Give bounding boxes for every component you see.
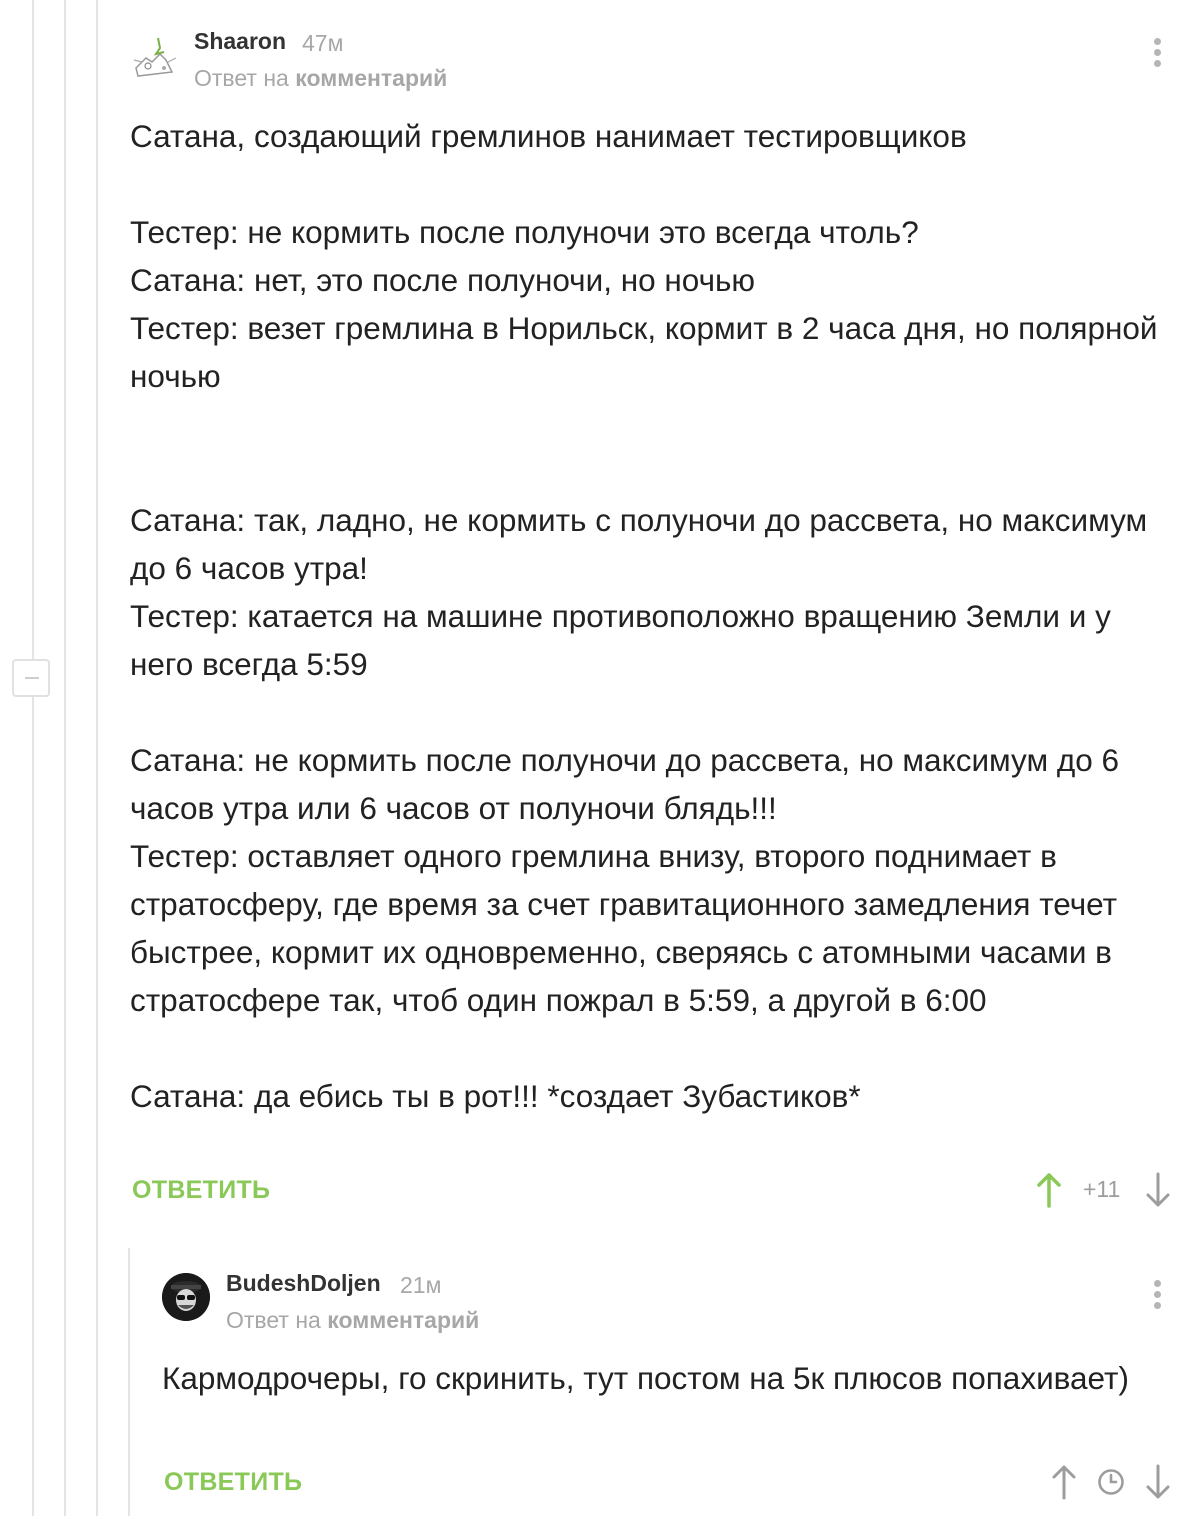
comment-paragraph: Сатана: не кормить после полуночи до рас… xyxy=(130,742,1120,826)
arrow-down-icon[interactable] xyxy=(1145,1464,1171,1500)
comment-paragraph: Тестер: везет гремлина в Норильск, корми… xyxy=(130,310,1158,394)
comment-paragraph: Сатана, создающий гремлинов нанимает тес… xyxy=(130,118,967,154)
reply-button[interactable]: ОТВЕТИТЬ xyxy=(164,1468,302,1497)
reply-prefix: Ответ на xyxy=(194,65,289,91)
comment-menu-button[interactable] xyxy=(1151,36,1163,70)
comment-body: Сатана, создающий гремлинов нанимает тес… xyxy=(130,112,1170,1120)
reply-button[interactable]: ОТВЕТИТЬ xyxy=(132,1176,270,1205)
clock-icon xyxy=(1098,1469,1124,1495)
comment-paragraph xyxy=(130,1024,1170,1072)
comment-paragraph: Сатана: да ебись ты в рот!!! *создает Зу… xyxy=(130,1078,861,1114)
comment-paragraph: Тестер: катается на машине противоположн… xyxy=(130,598,1111,682)
arrow-up-icon[interactable] xyxy=(1051,1464,1077,1500)
comment-paragraph: Кармодрочеры, го скринить, тут постом на… xyxy=(162,1360,1129,1396)
reply-to-info: Ответ на комментарий xyxy=(226,1307,479,1334)
author-name[interactable]: BudeshDoljen xyxy=(226,1270,381,1297)
reply-prefix: Ответ на xyxy=(226,1307,321,1333)
comment-paragraph: Тестер: не кормить после полуночи это вс… xyxy=(130,214,919,250)
comment-paragraph: Сатана: так, ладно, не кормить с полуноч… xyxy=(130,502,1148,586)
comment-paragraph xyxy=(130,688,1170,736)
comment-menu-button[interactable] xyxy=(1151,1278,1163,1312)
reply-parent-link[interactable]: комментарий xyxy=(327,1307,479,1333)
comment-budeshdoljen: BudeshDoljen 21м Ответ на комментарий Ка… xyxy=(0,1240,1200,1516)
comment-paragraph xyxy=(130,400,1170,448)
rating-count: +11 xyxy=(1083,1176,1121,1202)
avatar[interactable] xyxy=(130,32,178,80)
avatar[interactable] xyxy=(162,1273,210,1321)
comment-time: 47м xyxy=(302,30,344,56)
reply-parent-link[interactable]: комментарий xyxy=(295,65,447,91)
comment-shaaron: Shaaron 47м Ответ на комментарий Сатана,… xyxy=(0,0,1200,1230)
comment-paragraph: Тестер: оставляет одного гремлина внизу,… xyxy=(130,838,1118,1018)
author-name[interactable]: Shaaron xyxy=(194,28,286,55)
arrow-up-icon[interactable] xyxy=(1036,1172,1062,1208)
comment-paragraph xyxy=(130,448,1170,496)
reply-to-info: Ответ на комментарий xyxy=(194,65,447,92)
arrow-down-icon[interactable] xyxy=(1145,1172,1171,1208)
comment-body: Кармодрочеры, го скринить, тут постом на… xyxy=(162,1354,1162,1402)
comment-paragraph: Сатана: нет, это после полуночи, но ночь… xyxy=(130,262,756,298)
comment-paragraph xyxy=(130,160,1170,208)
comment-time: 21м xyxy=(400,1272,442,1298)
